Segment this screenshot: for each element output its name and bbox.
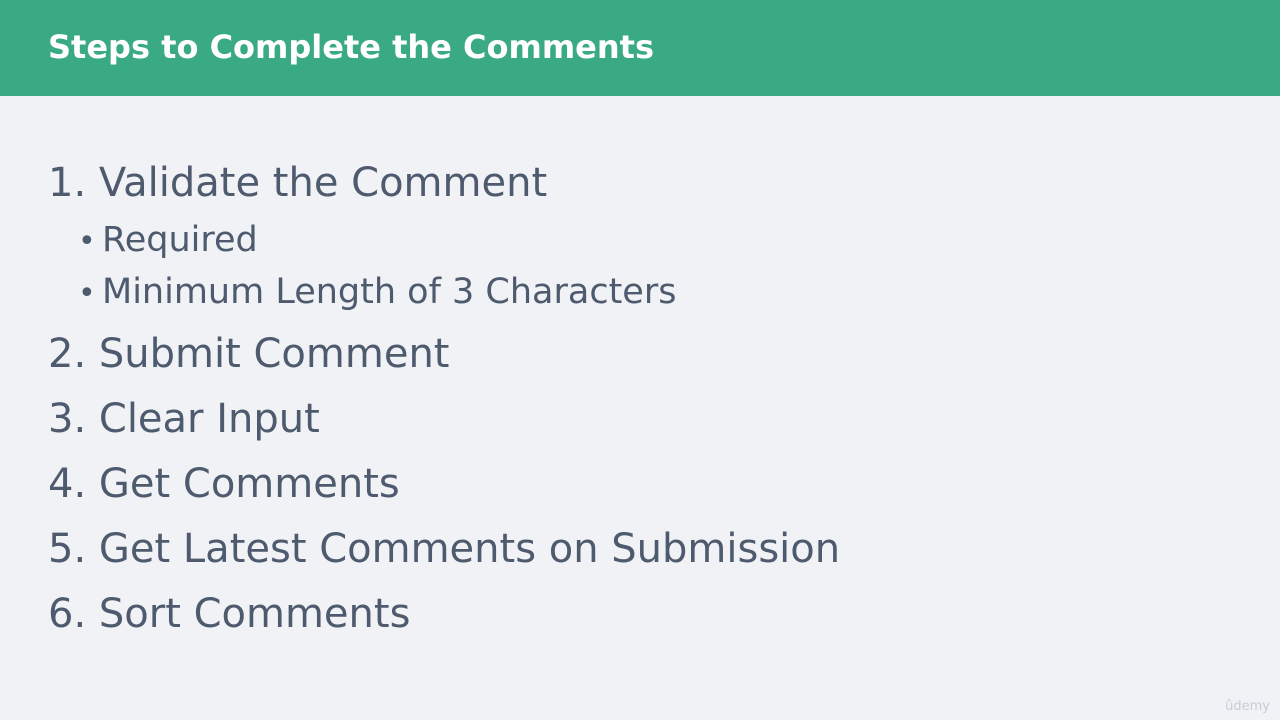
sub-step-item: • Minimum Length of 3 Characters: [78, 270, 676, 316]
bullet-icon: •: [78, 276, 96, 311]
udemy-watermark: ûdemy: [1225, 699, 1270, 714]
slide-title: Steps to Complete the Comments: [48, 28, 654, 66]
step-item-1: 1. Validate the Comment: [48, 158, 547, 208]
step-label: Clear Input: [98, 396, 320, 442]
step-number: 2.: [48, 331, 87, 377]
step-item-4: 4. Get Comments: [48, 459, 400, 509]
slide-header: Steps to Complete the Comments: [0, 0, 1280, 96]
step-item-6: 6. Sort Comments: [48, 589, 410, 639]
slide: Steps to Complete the Comments 1. Valida…: [0, 0, 1280, 720]
step-label: Submit Comment: [98, 331, 450, 377]
step-label: Get Comments: [98, 461, 400, 507]
bullet-icon: •: [78, 224, 96, 259]
step-number: 1.: [48, 160, 87, 206]
step-number: 4.: [48, 461, 87, 507]
sub-step-item: • Required: [78, 218, 258, 264]
step-item-2: 2. Submit Comment: [48, 329, 449, 379]
step-number: 3.: [48, 396, 87, 442]
step-item-5: 5. Get Latest Comments on Submission: [48, 524, 840, 574]
step-label: Get Latest Comments on Submission: [98, 526, 841, 572]
step-item-3: 3. Clear Input: [48, 394, 320, 444]
step-number: 6.: [48, 591, 87, 637]
step-label: Validate the Comment: [98, 160, 548, 206]
sub-step-label: Minimum Length of 3 Characters: [102, 272, 677, 312]
step-number: 5.: [48, 526, 87, 572]
sub-step-label: Required: [102, 220, 258, 260]
step-label: Sort Comments: [98, 591, 411, 637]
